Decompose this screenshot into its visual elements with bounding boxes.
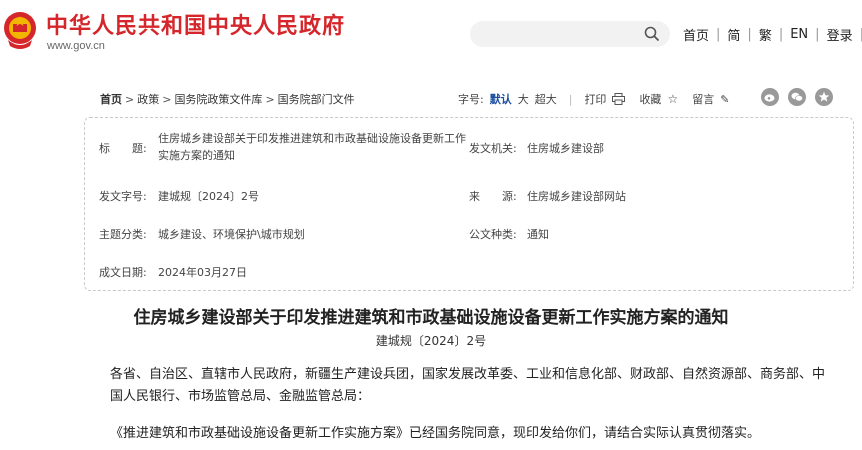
tools-separator: | [568, 92, 573, 106]
breadcrumb-toolbar-bar: 首页 > 政策 > 国务院政策文件库 > 国务院部门文件 字号: 默认 大 超大 | 打印 … [98, 88, 838, 108]
nav-english[interactable]: EN [790, 27, 808, 42]
font-size-default[interactable]: 默认 [490, 91, 512, 107]
meta-source-value: 住房城乡建设部网站 [527, 190, 626, 203]
meta-category-label: 主题分类: [99, 228, 147, 241]
meta-title-value: 住房城乡建设部关于印发推进建筑和市政基础设施设备更新工作实施方案的通知 [158, 132, 466, 162]
article-doc-number: 建城规〔2024〕2号 [375, 334, 487, 348]
font-size-xlarge[interactable]: 超大 [535, 91, 557, 107]
print-button[interactable]: 打印 [584, 91, 606, 107]
article-tools: 字号: 默认 大 超大 | 打印 收藏 ☆ 留言 ✎ [458, 91, 729, 107]
national-emblem-icon[interactable] [2, 10, 38, 50]
nav-separator: | [716, 27, 721, 42]
search-icon[interactable] [644, 26, 660, 42]
breadcrumb: 首页 > 政策 > 国务院政策文件库 > 国务院部门文件 [100, 93, 355, 106]
nav-simplified[interactable]: 简 [727, 25, 740, 44]
meta-type-label: 公文种类: [469, 228, 517, 241]
breadcrumb-home[interactable]: 首页 [100, 93, 122, 106]
site-header: 中华人民共和国中央人民政府 www.gov.cn 首页 | 简 | 繁 | EN… [0, 0, 862, 66]
meta-title-label: 标 题: [99, 142, 147, 155]
nav-traditional[interactable]: 繁 [759, 25, 772, 44]
nav-separator: | [747, 27, 752, 42]
star-icon[interactable]: ☆ [667, 92, 678, 106]
search-box[interactable] [470, 21, 670, 47]
font-size-label: 字号: [458, 93, 484, 106]
article-paragraph-recipients: 各省、自治区、直辖市人民政府，新疆生产建设兵团，国家发展改革委、工业和信息化部、… [110, 367, 826, 404]
nav-separator: | [778, 27, 784, 42]
font-size-large[interactable]: 大 [518, 91, 529, 107]
document-meta-box: 标 题: 住房城乡建设部关于印发推进建筑和市政基础设施设备更新工作实施方案的通知… [84, 117, 854, 291]
nav-login[interactable]: 登录 [827, 25, 853, 44]
meta-issuer-label: 发文机关: [469, 142, 517, 155]
meta-source-label: 来 源: [469, 190, 517, 203]
nav-separator: | [815, 27, 820, 42]
comment-button[interactable]: 留言 [692, 91, 714, 107]
site-url: www.gov.cn [47, 40, 105, 52]
share-buttons [761, 88, 842, 106]
meta-docno-label: 发文字号: [99, 190, 147, 203]
wechat-icon[interactable] [788, 88, 806, 106]
breadcrumb-policy-library[interactable]: 国务院政策文件库 [174, 93, 262, 106]
meta-date-label: 成文日期: [99, 266, 147, 279]
meta-issuer-value: 住房城乡建设部 [527, 142, 604, 155]
meta-type-value: 通知 [527, 228, 549, 241]
breadcrumb-department-docs[interactable]: 国务院部门文件 [278, 93, 355, 106]
printer-icon[interactable] [612, 93, 626, 105]
site-title[interactable]: 中华人民共和国中央人民政府 [46, 8, 345, 40]
article-paragraph-body: 《推进建筑和市政基础设施设备更新工作实施方案》已经国务院同意，现印发给你们，请结… [110, 426, 761, 441]
breadcrumb-policy[interactable]: 政策 [137, 93, 159, 106]
favorite-button[interactable]: 收藏 [639, 91, 661, 107]
weibo-icon[interactable] [761, 88, 779, 106]
star-share-icon[interactable] [815, 88, 833, 106]
article-title: 住房城乡建设部关于印发推进建筑和市政基础设施设备更新工作实施方案的通知 [133, 308, 729, 328]
pencil-icon[interactable]: ✎ [720, 93, 729, 106]
meta-date-value: 2024年03月27日 [158, 266, 247, 279]
meta-category-value: 城乡建设、环境保护\城市规划 [158, 228, 305, 241]
top-nav: 首页 | 简 | 繁 | EN | 登录 | [683, 25, 862, 44]
meta-docno-value: 建城规〔2024〕2号 [158, 190, 259, 203]
nav-home[interactable]: 首页 [683, 25, 709, 44]
